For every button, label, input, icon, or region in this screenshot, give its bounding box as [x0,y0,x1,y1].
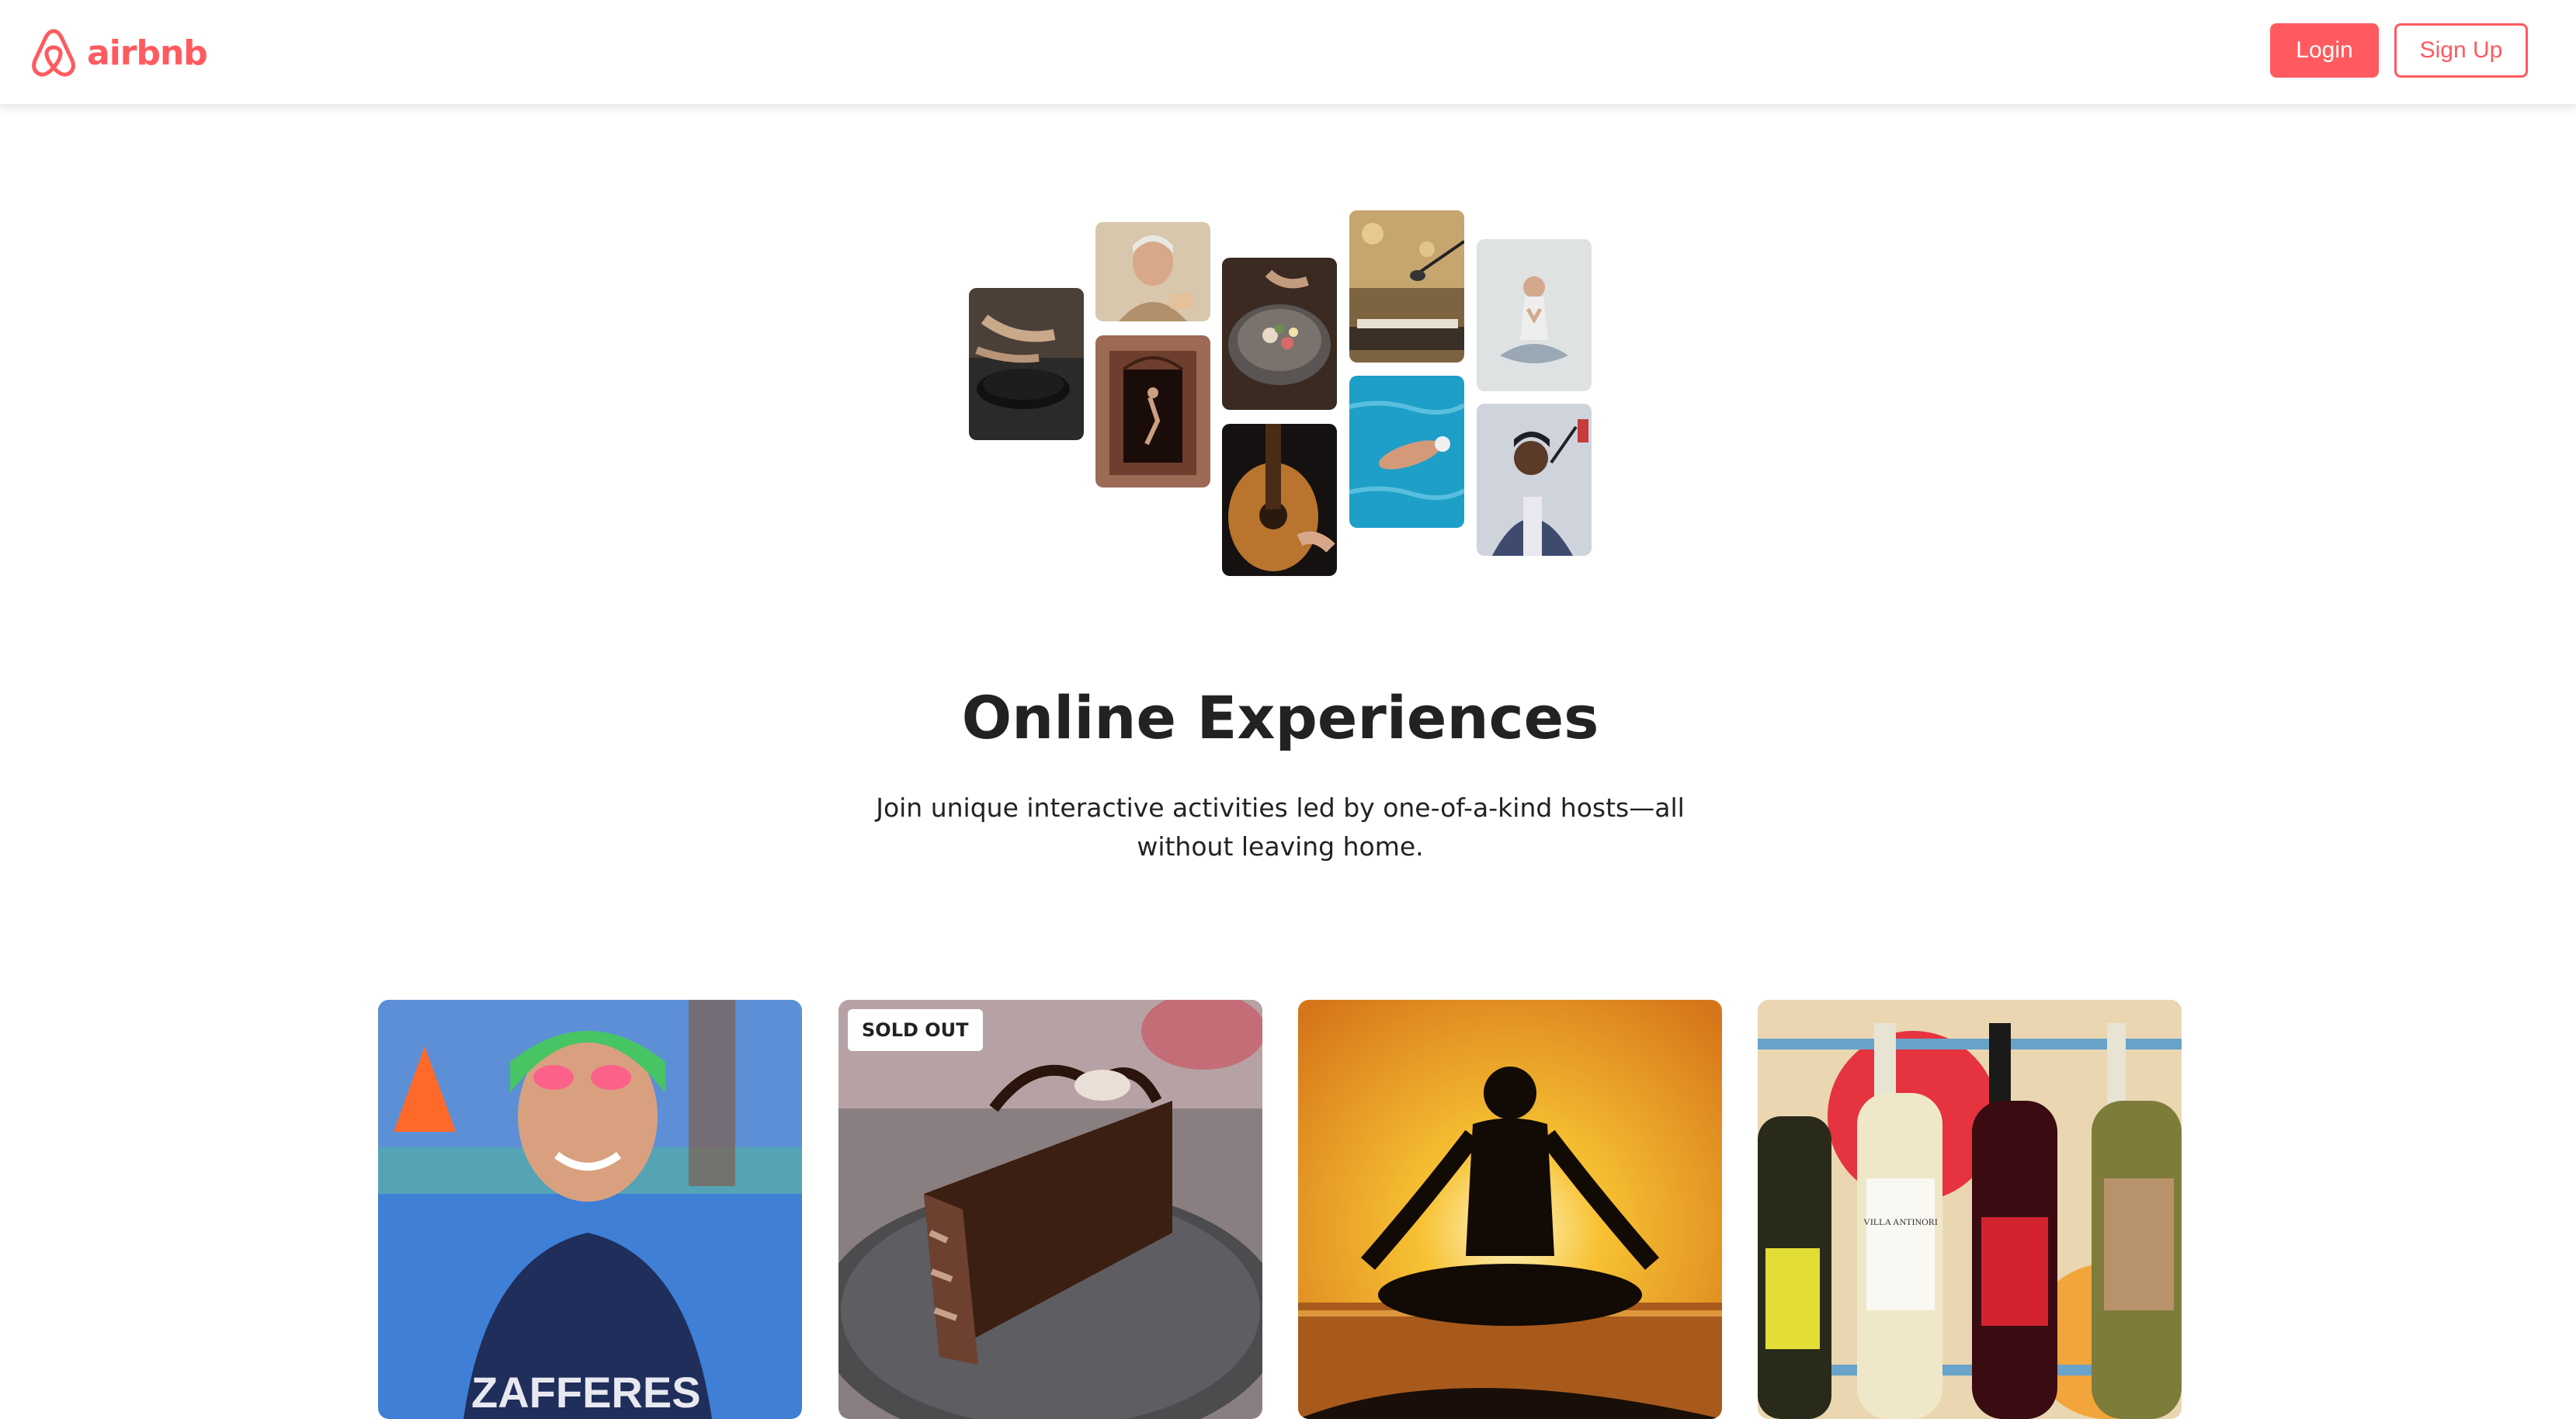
page-title: Online Experiences [961,683,1599,752]
login-button[interactable]: Login [2270,23,2379,78]
experience-card[interactable]: SOLD OUT [838,1000,1262,1419]
page-subtitle: Join unique interactive activities led b… [876,793,1685,862]
microphone-stage-photo [1349,210,1464,363]
experience-card[interactable]: ZAFFERES [378,1000,802,1419]
yoga-woman-photo [1477,239,1592,391]
top-nav: airbnb Login Sign Up [0,0,2576,106]
signup-button[interactable]: Sign Up [2394,23,2528,78]
sold-out-badge: SOLD OUT [848,1009,983,1051]
airbnb-logo-icon [32,29,75,77]
experience-card[interactable]: VILLA ANTINORI [1758,1000,2182,1419]
cooking-pan-photo [969,288,1084,440]
logo-text: airbnb [87,33,208,73]
airbnb-logo[interactable]: airbnb [30,26,208,79]
guitar-photo [1222,424,1337,576]
swimmer-photo [1349,376,1464,528]
experience-card[interactable] [1298,1000,1722,1419]
doorway-dancer-photo [1095,335,1210,487]
wine-bottles-photo: VILLA ANTINORI [1758,1000,2182,1419]
food-bowl-photo [1222,258,1337,410]
chef-woman-photo [1095,222,1210,321]
singer-photo [1477,404,1592,556]
yoga-sunset-silhouette-photo [1298,1000,1722,1419]
swimmer-athlete-photo: ZAFFERES [378,1000,802,1419]
chocolate-cake-photo [838,1000,1262,1419]
wine-label-text: VILLA ANTINORI [1863,1216,1938,1227]
swimsuit-text: ZAFFERES [471,1368,701,1417]
